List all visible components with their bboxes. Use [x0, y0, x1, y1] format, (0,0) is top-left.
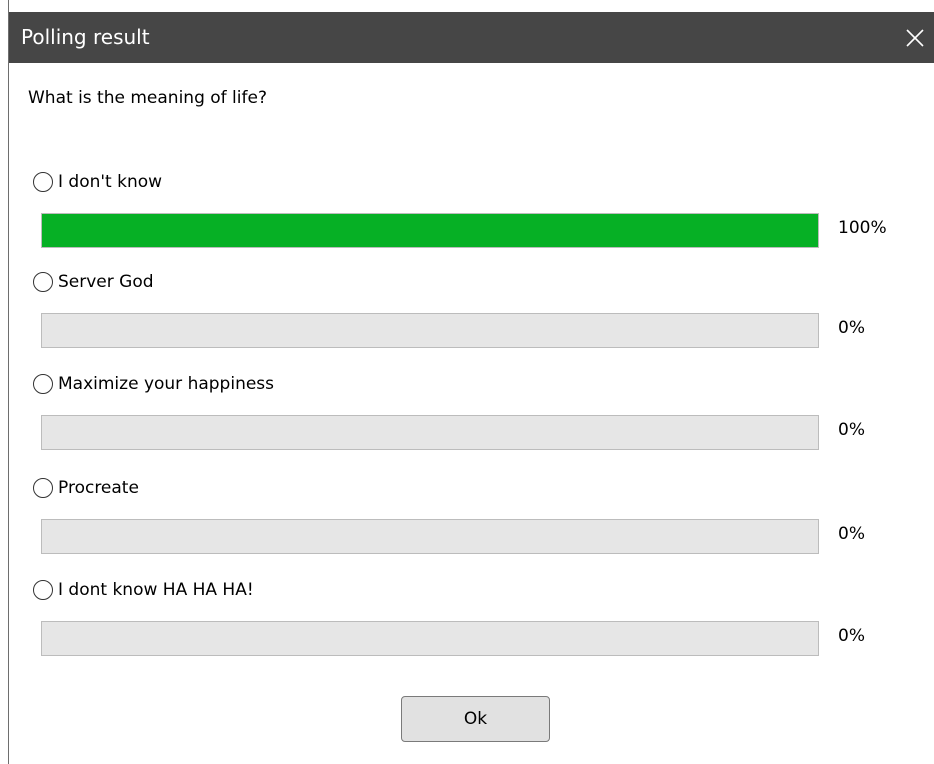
- option-label: Server God: [58, 272, 154, 292]
- radio-button[interactable]: [33, 478, 53, 498]
- option-label: I dont know HA HA HA!: [58, 580, 254, 600]
- option-label: I don't know: [58, 172, 163, 192]
- result-percent: 0%: [838, 420, 865, 440]
- result-bar: [41, 519, 819, 554]
- result-bar: [41, 415, 819, 450]
- poll-option: I don't know 100%: [9, 170, 934, 260]
- title-bar[interactable]: Polling result: [9, 12, 934, 63]
- result-percent: 100%: [838, 218, 887, 238]
- radio-button[interactable]: [33, 580, 53, 600]
- result-bar: [41, 313, 819, 348]
- result-bar: [41, 213, 819, 248]
- poll-option: I dont know HA HA HA! 0%: [9, 578, 934, 668]
- result-percent: 0%: [838, 524, 865, 544]
- ok-button[interactable]: Ok: [401, 696, 550, 742]
- option-label: Procreate: [58, 478, 139, 498]
- option-radio-row[interactable]: Maximize your happiness: [33, 372, 274, 396]
- result-percent: 0%: [838, 626, 865, 646]
- result-bar-fill: [42, 214, 818, 247]
- poll-question: What is the meaning of life?: [28, 88, 267, 108]
- poll-option: Server God 0%: [9, 270, 934, 360]
- close-icon: [906, 28, 924, 47]
- option-radio-row[interactable]: I dont know HA HA HA!: [33, 578, 254, 602]
- radio-button[interactable]: [33, 374, 53, 394]
- poll-option: Procreate 0%: [9, 476, 934, 566]
- poll-dialog: Polling result What is the meaning of li…: [8, 0, 934, 764]
- close-button[interactable]: [895, 12, 934, 63]
- radio-button[interactable]: [33, 172, 53, 192]
- poll-option: Maximize your happiness 0%: [9, 372, 934, 462]
- result-percent: 0%: [838, 318, 865, 338]
- option-radio-row[interactable]: Procreate: [33, 476, 139, 500]
- radio-button[interactable]: [33, 272, 53, 292]
- option-label: Maximize your happiness: [58, 374, 275, 394]
- option-radio-row[interactable]: I don't know: [33, 170, 162, 194]
- result-bar: [41, 621, 819, 656]
- window-title: Polling result: [21, 25, 150, 49]
- option-radio-row[interactable]: Server God: [33, 270, 154, 294]
